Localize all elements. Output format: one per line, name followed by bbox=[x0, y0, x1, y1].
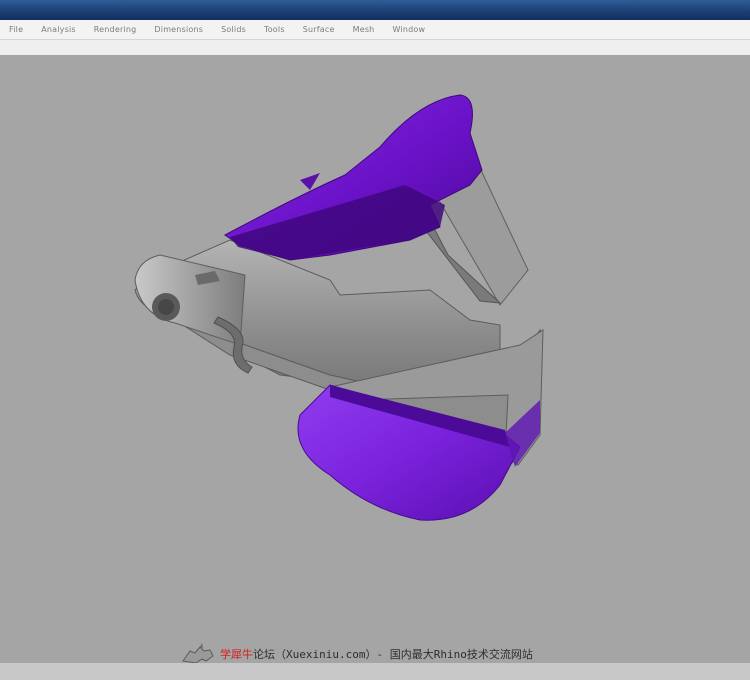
window-titlebar bbox=[0, 0, 750, 20]
watermark-brand: 学犀牛 bbox=[220, 648, 253, 661]
menu-bar: File Analysis Rendering Dimensions Solid… bbox=[0, 20, 750, 40]
menu-item-surface[interactable]: Surface bbox=[294, 25, 344, 34]
menu-item-dimensions[interactable]: Dimensions bbox=[145, 25, 212, 34]
menu-item-mesh[interactable]: Mesh bbox=[344, 25, 384, 34]
menu-item-rendering[interactable]: Rendering bbox=[85, 25, 146, 34]
menu-item-solids[interactable]: Solids bbox=[212, 25, 255, 34]
watermark-text: 论坛（Xuexiniu.com）- 国内最大Rhino技术交流网站 bbox=[253, 648, 533, 661]
menu-item-file[interactable]: File bbox=[0, 25, 32, 34]
toolbar-strip bbox=[0, 40, 750, 55]
menu-item-tools[interactable]: Tools bbox=[255, 25, 294, 34]
menu-item-analysis[interactable]: Analysis bbox=[32, 25, 85, 34]
3d-viewport[interactable] bbox=[0, 55, 750, 660]
status-bar bbox=[0, 663, 750, 680]
staple-remover-model bbox=[134, 94, 544, 521]
menu-item-window[interactable]: Window bbox=[383, 25, 434, 34]
